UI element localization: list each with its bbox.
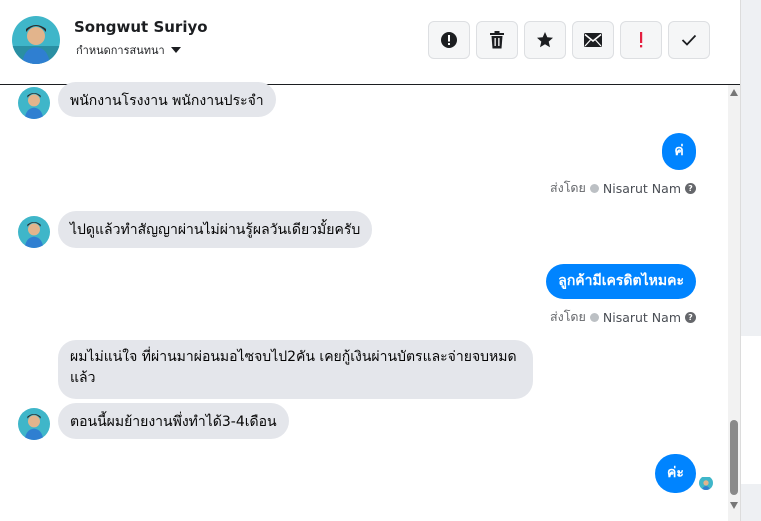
sender-name[interactable]: Nisarut Nam [603, 181, 681, 196]
verified-icon [589, 183, 599, 193]
envelope-icon [584, 33, 602, 47]
contact-avatar-small[interactable] [18, 87, 50, 119]
incoming-message: ผมไม่แน่ใจ ที่ผ่านมาผ่อนมอไซจบไป2คัน เคย… [58, 340, 533, 399]
star-icon [537, 32, 553, 48]
outgoing-message: ค่ะ [655, 454, 696, 493]
sender-name[interactable]: Nisarut Nam [603, 310, 681, 325]
help-icon[interactable]: ? [685, 182, 696, 194]
contact-name[interactable]: Songwut Suriyo [74, 18, 208, 36]
caret-down-icon [170, 47, 181, 53]
help-icon[interactable]: ? [685, 311, 696, 323]
side-panel-edge [740, 0, 761, 521]
incoming-message: พนักงานโรงงาน พนักงานประจำ [58, 82, 276, 117]
delete-button[interactable] [476, 21, 518, 59]
outgoing-message: ค่ [662, 133, 696, 170]
sent-by-info: ส่งโดย Nisarut Nam ? [550, 178, 696, 198]
outgoing-message: ลูกค้ามีเครดิตไหมคะ [546, 264, 696, 299]
check-icon [681, 34, 697, 46]
report-button[interactable] [428, 21, 470, 59]
conversation-label-dropdown[interactable]: กำหนดการสนทนา [76, 41, 181, 59]
incoming-message: ตอนนี้ผมย้ายงานพึ่งทำได้3-4เดือน [58, 403, 289, 439]
message-thread: พนักงานโรงงาน พนักงานประจำ ค่ ส่งโดย Nis… [0, 82, 728, 521]
exclamation-icon [640, 32, 643, 48]
mark-done-button[interactable] [668, 21, 710, 59]
conversation-label: กำหนดการสนทนา [76, 44, 165, 57]
star-button[interactable] [524, 21, 566, 59]
conversation-actions [428, 21, 710, 59]
sent-by-label: ส่งโดย [549, 180, 586, 195]
important-button[interactable] [620, 21, 662, 59]
seen-avatar-icon [699, 476, 713, 490]
contact-avatar-small[interactable] [18, 216, 50, 248]
contact-avatar-small[interactable] [18, 408, 50, 440]
alert-circle-icon [441, 32, 457, 48]
scroll-thumb[interactable] [730, 420, 738, 495]
sent-by-info: ส่งโดย Nisarut Nam ? [550, 307, 696, 327]
conversation-header: Songwut Suriyo กำหนดการสนทนา [0, 0, 740, 85]
side-panel-card [741, 336, 761, 484]
scroll-down-arrow-icon[interactable] [730, 502, 738, 509]
scroll-up-arrow-icon[interactable] [730, 89, 738, 96]
contact-avatar[interactable] [12, 16, 60, 64]
sent-by-label: ส่งโดย [549, 309, 586, 324]
verified-icon [589, 312, 599, 322]
thread-scrollbar[interactable] [728, 85, 740, 521]
trash-icon [490, 31, 504, 49]
mail-button[interactable] [572, 21, 614, 59]
incoming-message: ไปดูแล้วทำสัญญาผ่านไม่ผ่านรู้ผลวันเดียวม… [58, 211, 373, 248]
